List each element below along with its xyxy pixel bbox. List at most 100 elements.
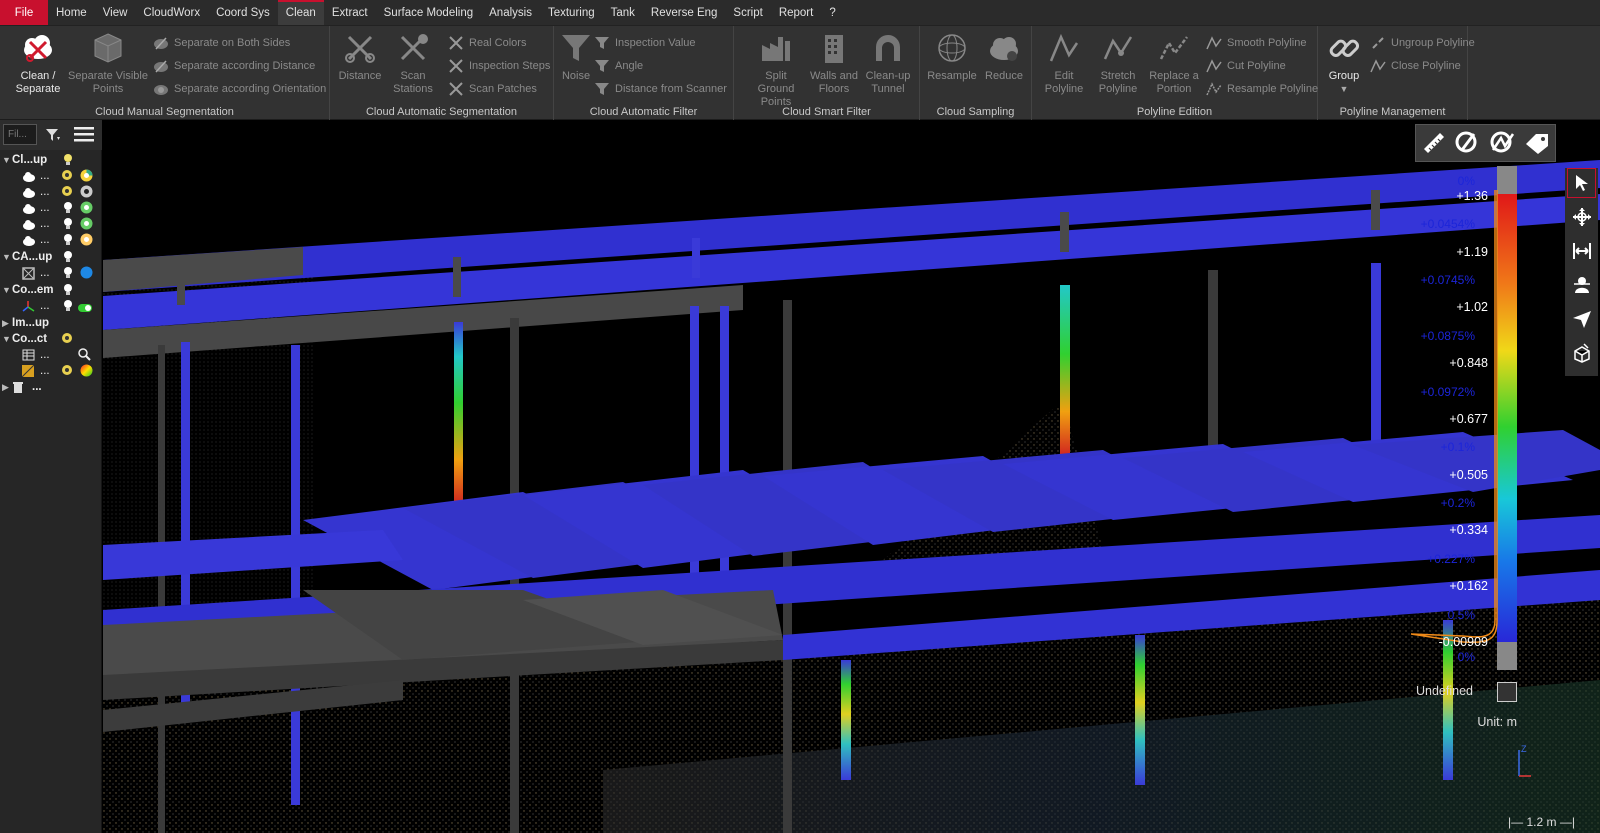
menu-tank[interactable]: Tank	[603, 0, 643, 25]
tree-row-cloud[interactable]: ...	[0, 216, 102, 232]
expand-toggle-icon[interactable]: ▶	[2, 315, 9, 331]
tree-label: ...	[40, 186, 50, 198]
tree-row-cloud[interactable]: ...	[0, 232, 102, 248]
legend-value: +0.162	[1449, 579, 1488, 593]
legend-percent: 0.5%	[1447, 608, 1475, 622]
measure-polyline-icon[interactable]	[1489, 130, 1515, 157]
tree-row-recycle-bin[interactable]: ▶ ...	[0, 379, 102, 395]
walls-floors-button[interactable]: Walls and Floors	[806, 30, 862, 96]
legend-value: +0.848	[1449, 356, 1488, 370]
tree-row-image-group[interactable]: ▶ Im...up	[0, 315, 102, 331]
menu-report[interactable]: Report	[771, 0, 822, 25]
polyline-small-icon	[1206, 35, 1222, 51]
split-ground-label: Split Ground Points	[757, 70, 795, 108]
resample-label: Resample	[927, 70, 977, 82]
point-cloud-scene[interactable]	[103, 120, 1600, 833]
menu-reverse-eng[interactable]: Reverse Eng	[643, 0, 725, 25]
resample-button[interactable]: Resample	[924, 30, 980, 83]
resample-polyline-button[interactable]: Resample Polyline	[1206, 79, 1318, 99]
polyline-replace-icon	[1156, 30, 1192, 66]
legend-unit: Unit: m	[1477, 715, 1517, 729]
filter-icon[interactable]	[45, 127, 61, 146]
split-ground-button[interactable]: Split Ground Points	[746, 30, 806, 109]
smooth-polyline-button[interactable]: Smooth Polyline	[1206, 33, 1307, 53]
expand-toggle-icon[interactable]: ▼	[2, 249, 11, 265]
separate-both-sides-button[interactable]: Separate on Both Sides	[153, 33, 290, 53]
expand-toggle-icon[interactable]: ▼	[2, 331, 11, 347]
cut-polyline-button[interactable]: Cut Polyline	[1206, 56, 1286, 76]
expand-toggle-icon[interactable]: ▶	[2, 379, 9, 395]
tree-row-ucs[interactable]: ...	[0, 298, 102, 314]
select-pointer-button[interactable]	[1567, 168, 1596, 198]
tree-row-cad-object[interactable]: ...	[0, 265, 102, 281]
menu-texturing[interactable]: Texturing	[540, 0, 603, 25]
real-colors-button[interactable]: Real Colors	[448, 33, 526, 53]
tree-row-inspection-table[interactable]: ...	[0, 347, 102, 363]
menu-extract[interactable]: Extract	[324, 0, 376, 25]
tree-row-coordinate-system[interactable]: ▼ Co...em	[0, 282, 102, 298]
clipping-box-button[interactable]	[1567, 338, 1596, 368]
inspection-value-label: Inspection Value	[615, 37, 696, 49]
separate-distance-button[interactable]: Separate according Distance	[153, 56, 315, 76]
reduce-button[interactable]: Reduce	[980, 30, 1028, 83]
legend-value: +0.677	[1449, 412, 1488, 426]
scan-patches-button[interactable]: Scan Patches	[448, 79, 537, 99]
menu-home[interactable]: Home	[48, 0, 95, 25]
3d-viewport[interactable]: +1.36 +1.19 +1.02 +0.848 +0.677 +0.505 +…	[103, 120, 1600, 833]
menu-analysis[interactable]: Analysis	[481, 0, 540, 25]
menu-coord-sys[interactable]: Coord Sys	[208, 0, 278, 25]
ruler-icon[interactable]	[1421, 130, 1445, 157]
legend-percent: 0%	[1457, 650, 1475, 664]
tree-row-contact[interactable]: ▼ Co...ct	[0, 331, 102, 347]
tree-row-cloud-group[interactable]: ▼ Cl...up	[0, 152, 102, 168]
tree-row-inspection-map[interactable]: ...	[0, 363, 102, 379]
stretch-polyline-button[interactable]: Stretch Polyline	[1090, 30, 1146, 96]
separate-visible-button[interactable]: Separate Visible Points	[68, 30, 148, 96]
menu-help[interactable]: ?	[821, 0, 843, 25]
replace-portion-button[interactable]: Replace a Portion	[1146, 30, 1202, 96]
hamburger-menu-icon[interactable]	[74, 125, 94, 146]
cloud-scissors-icon	[20, 30, 56, 66]
group-button[interactable]: Group ▼	[1322, 30, 1366, 96]
tree-row-cloud[interactable]: ...	[0, 200, 102, 216]
zoom-extents-button[interactable]	[1567, 236, 1596, 266]
edit-polyline-button[interactable]: Edit Polyline	[1038, 30, 1090, 96]
menu-surface-modeling[interactable]: Surface Modeling	[376, 0, 482, 25]
expand-toggle-icon[interactable]: ▼	[2, 152, 11, 168]
distance-scanner-button[interactable]: Distance from Scanner	[594, 79, 727, 99]
tree-row-cad-group[interactable]: ▼ CA...up	[0, 249, 102, 265]
expand-toggle-icon[interactable]: ▼	[2, 282, 11, 298]
pan-button[interactable]	[1567, 202, 1596, 232]
menu-view[interactable]: View	[95, 0, 136, 25]
cleanup-tunnel-button[interactable]: Clean-up Tunnel	[860, 30, 916, 96]
distance-button[interactable]: Distance	[336, 30, 384, 83]
axis-gizmo-icon: Z	[1518, 744, 1531, 777]
polyline-stretch-icon	[1100, 30, 1136, 66]
cloud-reduce-icon	[986, 30, 1022, 66]
fly-view-button[interactable]	[1567, 304, 1596, 334]
angle-button[interactable]: Angle	[594, 56, 643, 76]
tree-filter-input[interactable]: Fil...	[3, 124, 37, 145]
scan-stations-button[interactable]: Scan Stations	[388, 30, 438, 96]
noise-label: Noise	[561, 70, 591, 82]
separate-orientation-button[interactable]: Separate according Orientation	[153, 79, 326, 99]
walk-view-button[interactable]	[1567, 270, 1596, 300]
menu-cloudworx[interactable]: CloudWorx	[135, 0, 208, 25]
group-smart-filter: Split Ground Points Walls and Floors Cle…	[734, 26, 920, 120]
tag-label-icon[interactable]	[1524, 130, 1550, 157]
ungroup-polyline-button[interactable]: Ungroup Polyline	[1370, 33, 1475, 53]
tree-row-cloud[interactable]: ...	[0, 184, 102, 200]
group-label-polyline-mgmt: Polyline Management	[1339, 106, 1446, 118]
clean-separate-button[interactable]: Clean / Separate	[8, 30, 68, 96]
close-polyline-button[interactable]: Close Polyline	[1370, 56, 1461, 76]
inspection-value-button[interactable]: Inspection Value	[594, 33, 696, 53]
menu-script[interactable]: Script	[725, 0, 770, 25]
tree-filter-bar: Fil...	[0, 120, 102, 150]
menu-clean[interactable]: Clean	[277, 0, 324, 25]
tree-row-cloud[interactable]: ...	[0, 168, 102, 184]
inspection-steps-button[interactable]: Inspection Steps	[448, 56, 550, 76]
measure-angle-icon[interactable]	[1454, 130, 1480, 157]
noise-button[interactable]: Noise	[556, 30, 596, 83]
group-auto-filter: Noise Inspection Value Angle Distance fr…	[554, 26, 734, 120]
menu-file[interactable]: File	[0, 0, 48, 25]
